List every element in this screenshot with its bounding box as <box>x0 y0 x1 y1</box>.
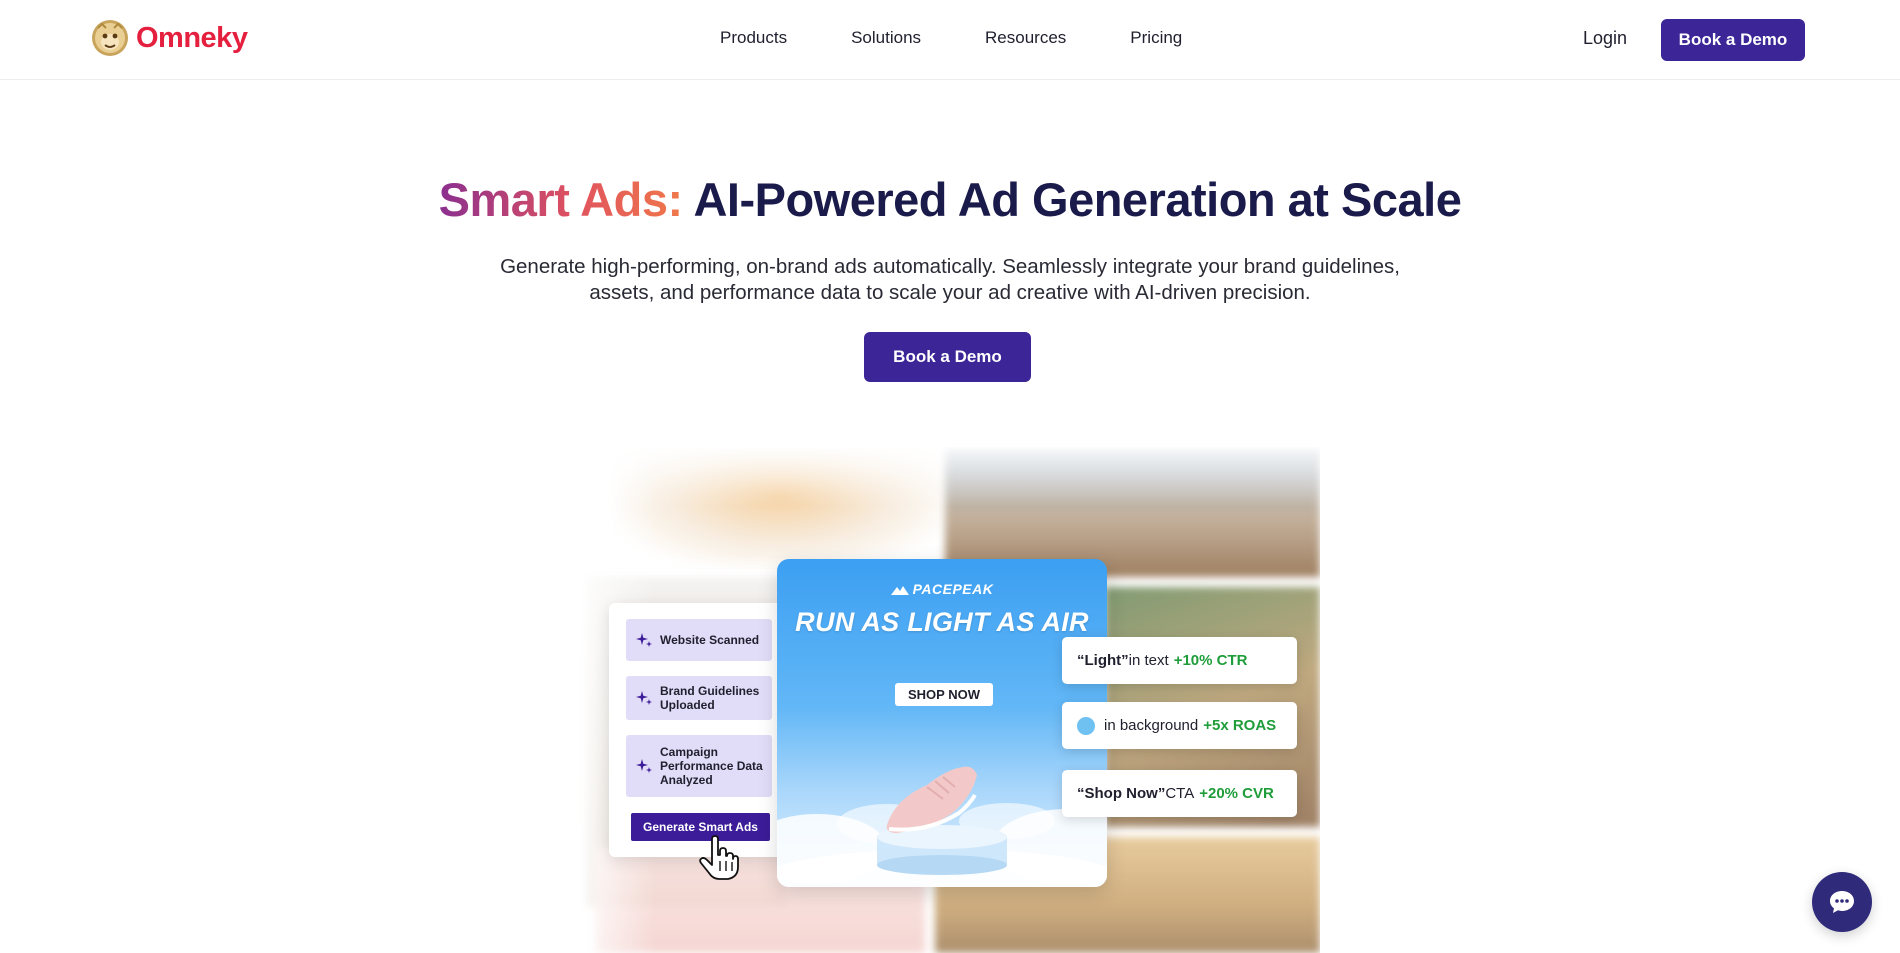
insight-text: in text <box>1128 652 1169 669</box>
insight-pill: “Light” in text +10% CTR <box>1062 637 1297 684</box>
sparkle-icon <box>636 633 652 647</box>
hero-title: Smart Ads: AI-Powered Ad Generation at S… <box>0 172 1900 227</box>
nav-products[interactable]: Products <box>720 28 787 48</box>
hero-subtitle: Generate high-performing, on-brand ads a… <box>500 255 1400 304</box>
checklist-item-label: Website Scanned <box>660 633 760 647</box>
sneaker-on-podium-illustration <box>777 766 1107 887</box>
ad-brand: PACEPEAK <box>777 581 1107 597</box>
monkey-logo-icon <box>92 20 128 56</box>
featured-ad-card: PACEPEAK RUN AS LIGHT AS AIR SHOP NOW <box>777 559 1107 887</box>
insight-metric: +10% CTR <box>1173 652 1248 669</box>
checklist-item-label: Brand Guidelines Uploaded <box>660 684 760 712</box>
header-book-demo-button[interactable]: Book a Demo <box>1661 19 1805 61</box>
ad-shop-now-button[interactable]: SHOP NOW <box>895 683 993 706</box>
insight-pill: in background +5x ROAS <box>1062 702 1297 749</box>
insight-pill: “Shop Now” CTA +20% CVR <box>1062 770 1297 817</box>
nav-pricing[interactable]: Pricing <box>1130 28 1182 48</box>
color-swatch-icon <box>1077 716 1095 735</box>
sparkle-icon <box>636 759 652 773</box>
collage-fade <box>575 447 1320 507</box>
hero-title-rest: AI-Powered Ad Generation at Scale <box>682 173 1462 226</box>
ad-brand-name: PACEPEAK <box>912 581 994 597</box>
checklist-item: Brand Guidelines Uploaded <box>626 676 772 720</box>
insight-metric: +20% CVR <box>1199 785 1274 802</box>
checklist-item-label: Campaign Performance Data Analyzed <box>660 745 763 787</box>
insight-metric: +5x ROAS <box>1203 717 1277 734</box>
hero-book-demo-button[interactable]: Book a Demo <box>864 332 1031 382</box>
insight-text: in background <box>1104 717 1199 734</box>
brand-mountain-icon <box>890 586 909 596</box>
chat-widget-button[interactable] <box>1812 872 1872 932</box>
logo[interactable]: Omneky <box>90 18 248 58</box>
logo-text: Omneky <box>136 21 248 54</box>
hand-cursor-icon <box>699 835 739 880</box>
site-header: Omneky Products Solutions Resources Pric… <box>0 0 1900 80</box>
chat-icon <box>1830 891 1854 913</box>
login-link[interactable]: Login <box>1583 28 1627 49</box>
hero-title-highlight: Smart Ads: <box>438 173 683 226</box>
sparkle-icon <box>636 691 652 705</box>
nav-solutions[interactable]: Solutions <box>851 28 921 48</box>
checklist-item: Website Scanned <box>626 619 772 661</box>
main-nav: Products Solutions Resources Pricing <box>720 28 1182 48</box>
checklist-card: Website Scanned Brand Guidelines Uploade… <box>609 603 789 857</box>
checklist-item: Campaign Performance Data Analyzed <box>626 735 772 797</box>
insight-quote: “Shop Now” <box>1077 785 1166 802</box>
ad-headline: RUN AS LIGHT AS AIR <box>795 607 1089 637</box>
insight-text: CTA <box>1165 785 1195 802</box>
nav-resources[interactable]: Resources <box>985 28 1066 48</box>
insight-quote: “Light” <box>1077 652 1129 669</box>
